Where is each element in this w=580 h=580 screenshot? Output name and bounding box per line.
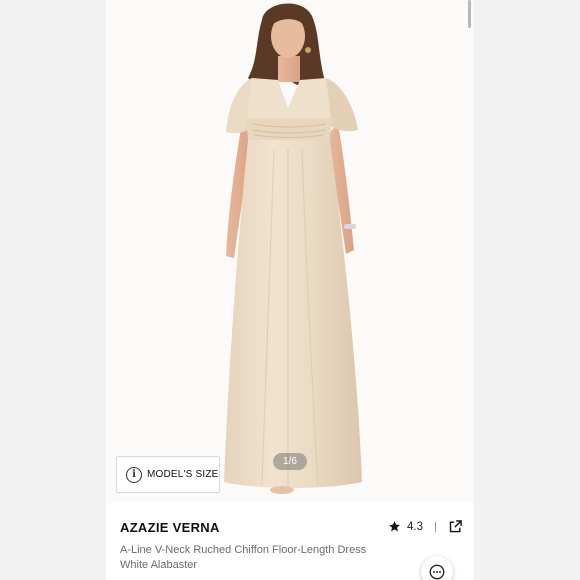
product-photo-model-in-dress[interactable] xyxy=(106,0,474,503)
model-size-label: MODEL'S SIZE xyxy=(147,469,219,480)
info-icon: i xyxy=(126,466,142,483)
product-title: AZAZIE VERNA xyxy=(120,520,220,535)
share-external-icon[interactable] xyxy=(448,519,463,534)
product-description-line: A-Line V-Neck Ruched Chiffon Floor-Lengt… xyxy=(120,544,367,556)
product-card: i MODEL'S SIZE 1/6 AZAZIE VERNA 4.3 A-Li… xyxy=(106,0,474,580)
product-image-carousel[interactable]: i MODEL'S SIZE 1/6 xyxy=(106,0,474,503)
rating-value: 4.3 xyxy=(407,520,423,533)
product-color-name: White Alabaster xyxy=(120,559,198,571)
divider xyxy=(435,521,436,532)
chat-bubble-icon xyxy=(429,564,445,580)
star-icon xyxy=(389,521,400,532)
product-description: A-Line V-Neck Ruched Chiffon Floor-Lengt… xyxy=(120,543,400,573)
scroll-indicator[interactable] xyxy=(468,0,471,28)
image-page-counter: 1/6 xyxy=(273,453,307,470)
model-size-button[interactable]: i MODEL'S SIZE xyxy=(116,456,220,493)
chat-button[interactable] xyxy=(421,556,453,580)
rating-and-share: 4.3 xyxy=(388,519,463,534)
product-info-panel: AZAZIE VERNA 4.3 A-Line V-Neck Ruched Ch… xyxy=(106,503,474,580)
